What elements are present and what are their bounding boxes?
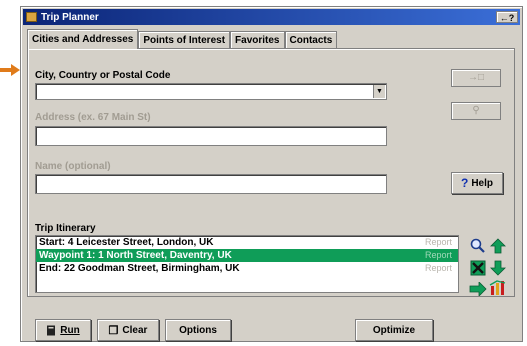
itinerary-label: Trip Itinerary xyxy=(35,223,96,234)
tab-contacts[interactable]: Contacts xyxy=(284,31,338,49)
add-icon[interactable] xyxy=(469,280,487,297)
delete-icon[interactable] xyxy=(469,259,487,276)
optimize-button[interactable]: Optimize xyxy=(355,319,433,341)
address-input[interactable] xyxy=(35,126,387,146)
app-icon xyxy=(26,12,37,22)
clear-label: Clear xyxy=(122,324,148,336)
reverse-route-icon[interactable] xyxy=(489,279,507,296)
itinerary-row-text: Waypoint 1: 1 North Street, Daventry, UK xyxy=(39,250,232,261)
tab-cities-addresses[interactable]: Cities and Addresses xyxy=(27,29,139,49)
pointer-arrow-icon xyxy=(0,64,20,76)
question-mark-icon: ? xyxy=(460,176,469,190)
city-label: City, Country or Postal Code xyxy=(35,70,171,81)
help-button[interactable]: ? Help xyxy=(451,172,503,194)
zoom-icon[interactable] xyxy=(469,237,487,254)
tab-favorites[interactable]: Favorites xyxy=(230,31,285,49)
add-to-itinerary-button[interactable]: →□ xyxy=(451,69,501,87)
chevron-down-icon[interactable]: ▼ xyxy=(373,85,385,98)
locate-button[interactable]: ⚲ xyxy=(451,102,501,120)
trip-planner-window: Trip Planner ←? Cities and Addresses Poi… xyxy=(20,6,523,342)
itinerary-row[interactable]: Start: 4 Leicester Street, London, UK Re… xyxy=(36,236,458,249)
report-link[interactable]: Report xyxy=(425,236,452,249)
eraser-icon: ❒ xyxy=(108,324,119,337)
optimize-label: Optimize xyxy=(372,324,416,336)
itinerary-row-text: Start: 4 Leicester Street, London, UK xyxy=(39,237,214,248)
run-label: Run xyxy=(60,324,80,336)
address-label: Address (ex. 67 Main St) xyxy=(35,112,151,123)
book-icon xyxy=(47,325,56,335)
title-bar: Trip Planner ←? xyxy=(23,9,520,25)
move-up-icon[interactable] xyxy=(489,237,507,254)
title-bar-help-button[interactable]: ←? xyxy=(496,11,518,23)
itinerary-row[interactable]: End: 22 Goodman Street, Birmingham, UK R… xyxy=(36,262,458,275)
help-label: Help xyxy=(471,177,493,189)
itinerary-row-selected[interactable]: Waypoint 1: 1 North Street, Daventry, UK… xyxy=(36,249,458,262)
window-title: Trip Planner xyxy=(41,11,99,23)
name-label: Name (optional) xyxy=(35,161,111,172)
report-link[interactable]: Report xyxy=(425,249,452,262)
options-button[interactable]: Options xyxy=(165,319,231,341)
clear-button[interactable]: ❒ Clear xyxy=(97,319,159,341)
itinerary-list[interactable]: Start: 4 Leicester Street, London, UK Re… xyxy=(35,235,459,293)
tab-strip: Cities and Addresses Points of Interest … xyxy=(27,29,338,49)
itinerary-row-text: End: 22 Goodman Street, Birmingham, UK xyxy=(39,263,240,274)
options-label: Options xyxy=(179,324,217,336)
tab-points-of-interest[interactable]: Points of Interest xyxy=(138,31,231,49)
run-button[interactable]: Run xyxy=(35,319,91,341)
report-link[interactable]: Report xyxy=(425,262,452,275)
move-down-icon[interactable] xyxy=(489,259,507,276)
city-combobox[interactable]: ▼ xyxy=(35,83,387,100)
name-input[interactable] xyxy=(35,174,387,194)
